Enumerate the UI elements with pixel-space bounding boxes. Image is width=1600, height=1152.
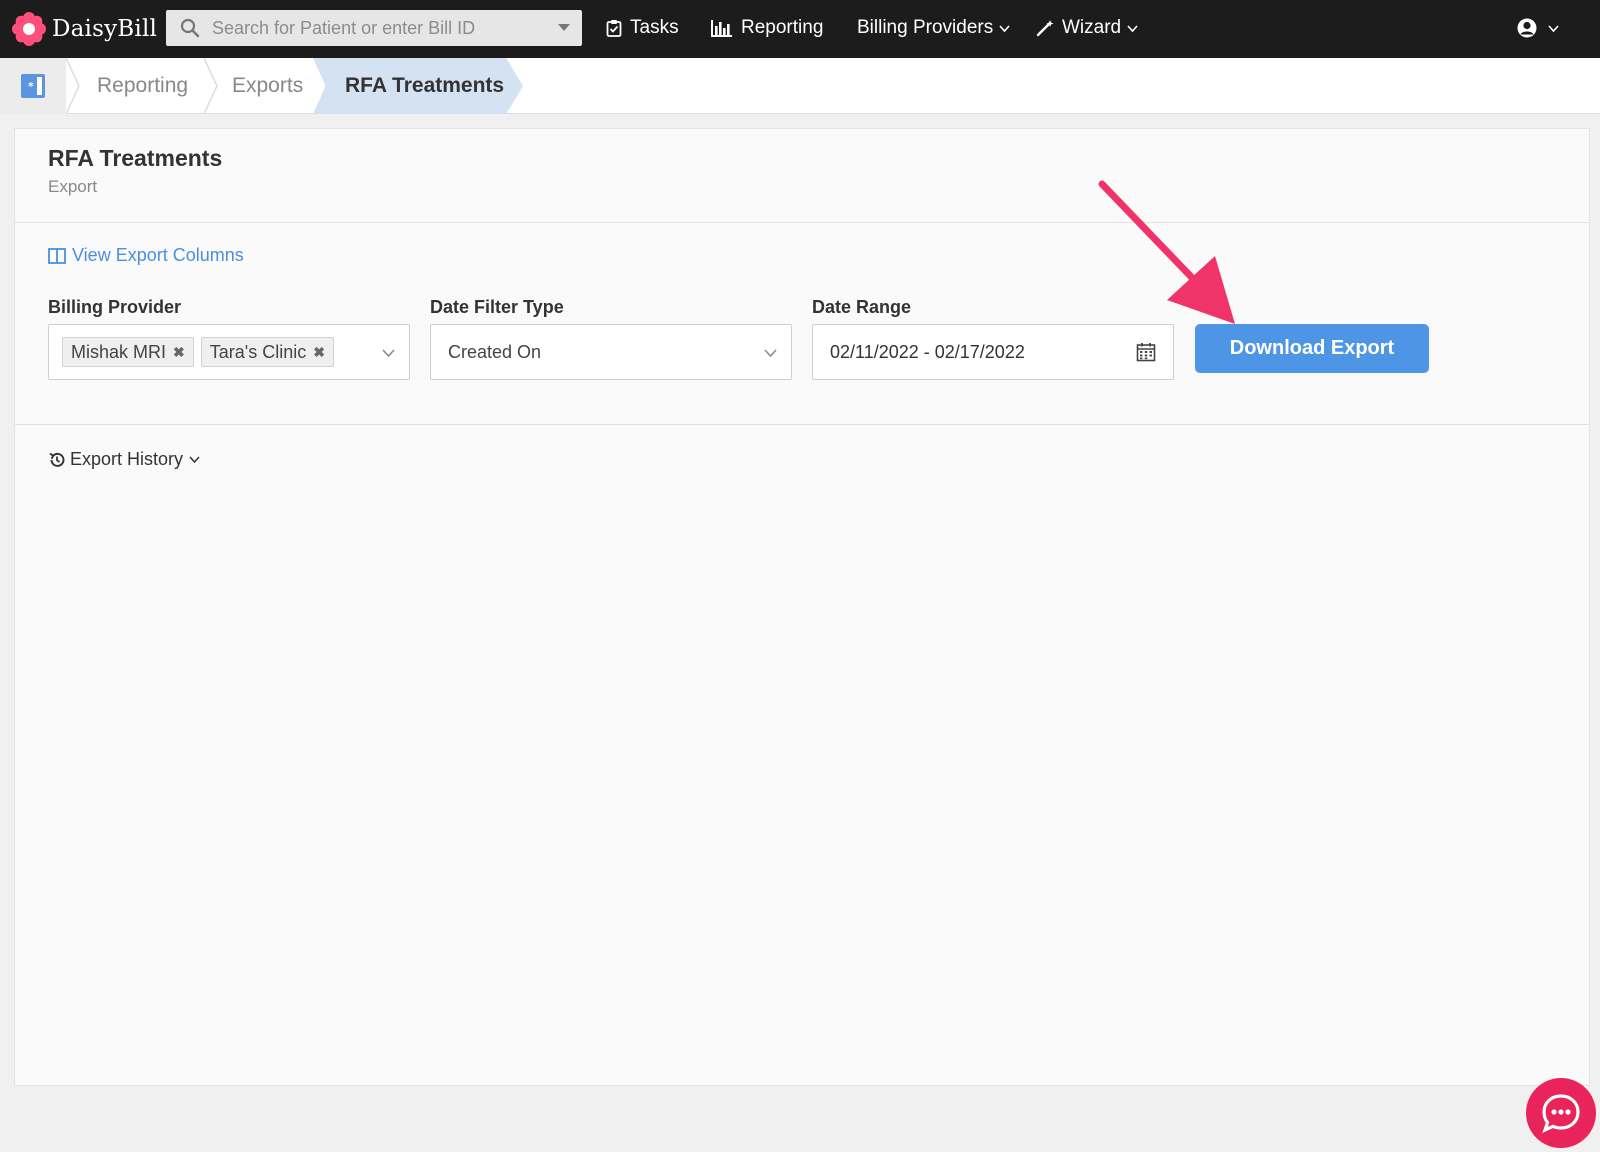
nav-billing-providers-label: Billing Providers [857, 17, 994, 38]
home-book-icon: * [21, 74, 45, 98]
view-export-columns-label: View Export Columns [72, 245, 244, 265]
bar-chart-icon [711, 20, 732, 37]
breadcrumb-current-label: RFA Treatments [345, 74, 505, 97]
view-export-columns-link[interactable]: View Export Columns [48, 245, 244, 266]
billing-provider-tag: Mishak MRI ✖ [62, 337, 194, 367]
nav-reporting-label: Reporting [741, 17, 824, 38]
date-range-input[interactable]: 02/11/2022 - 02/17/2022 [812, 324, 1174, 380]
export-history-label: Export History [70, 449, 184, 469]
divider [15, 222, 1589, 223]
remove-tag-icon[interactable]: ✖ [313, 344, 325, 361]
chat-bubble-icon [1542, 1094, 1580, 1134]
breadcrumb-item-exports[interactable]: Exports [232, 58, 303, 114]
remove-tag-icon[interactable]: ✖ [173, 344, 185, 361]
brand-name: DaisyBill [52, 16, 158, 42]
nav-wizard-label: Wizard [1062, 17, 1122, 38]
date-range-label: Date Range [812, 297, 912, 317]
brand-logo[interactable]: DaisyBill [12, 0, 157, 58]
breadcrumb-home[interactable]: * [0, 58, 66, 114]
export-card: RFA Treatments Export View Export Column… [14, 128, 1590, 1086]
chevron-down-icon [189, 456, 200, 464]
magic-wand-icon [1036, 20, 1054, 37]
nav-tasks-label: Tasks [630, 17, 679, 38]
date-filter-type-label: Date Filter Type [430, 297, 564, 317]
top-navbar: DaisyBill Tasks Reporting Billing Provid… [0, 0, 1600, 58]
tag-label: Tara's Clinic [209, 341, 307, 362]
nav-wizard[interactable]: Wizard [1036, 0, 1146, 56]
chevron-down-icon[interactable] [382, 346, 395, 359]
clipboard-check-icon [606, 20, 622, 37]
breadcrumb-separator [66, 58, 80, 114]
breadcrumb-item-reporting[interactable]: Reporting [97, 58, 188, 114]
nav-tasks[interactable]: Tasks [606, 0, 679, 56]
chevron-down-icon [1548, 24, 1559, 32]
user-circle-icon [1517, 18, 1537, 38]
annotation-arrow-icon [1098, 180, 1235, 324]
export-history-toggle[interactable]: Export History [48, 449, 200, 470]
page-title: RFA Treatments [48, 145, 223, 171]
billing-provider-multiselect[interactable]: Mishak MRI ✖ Tara's Clinic ✖ [48, 324, 410, 380]
breadcrumb-separator [204, 58, 218, 114]
calendar-icon[interactable] [1136, 342, 1156, 362]
daisy-flower-icon [12, 12, 46, 46]
chat-launcher[interactable] [1526, 1078, 1596, 1148]
search-dropdown-caret-icon[interactable] [558, 24, 570, 31]
chevron-down-icon [999, 24, 1010, 32]
divider [15, 424, 1589, 425]
nav-reporting[interactable]: Reporting [711, 0, 823, 56]
history-icon [49, 452, 65, 467]
svg-text:*: * [28, 80, 34, 93]
billing-provider-tag: Tara's Clinic ✖ [200, 337, 334, 367]
search-input[interactable] [212, 17, 542, 39]
date-range-value: 02/11/2022 - 02/17/2022 [830, 341, 1025, 362]
download-export-button[interactable]: Download Export [1195, 324, 1429, 373]
billing-provider-label: Billing Provider [48, 297, 182, 317]
chevron-down-icon [1127, 24, 1138, 32]
date-filter-type-select[interactable]: Created On [430, 324, 792, 380]
columns-icon [48, 247, 66, 264]
user-menu[interactable] [1516, 0, 1567, 56]
breadcrumb-item-current: RFA Treatments [313, 58, 523, 114]
chevron-down-icon [764, 349, 777, 358]
date-filter-type-value: Created On [448, 341, 542, 362]
page-subtitle: Export [48, 177, 98, 196]
search-icon [180, 18, 200, 38]
breadcrumb: * Reporting Exports RFA Treatments [0, 58, 1600, 114]
patient-search[interactable] [166, 10, 582, 46]
nav-billing-providers[interactable]: Billing Providers [857, 0, 1018, 56]
tag-label: Mishak MRI [71, 341, 167, 362]
